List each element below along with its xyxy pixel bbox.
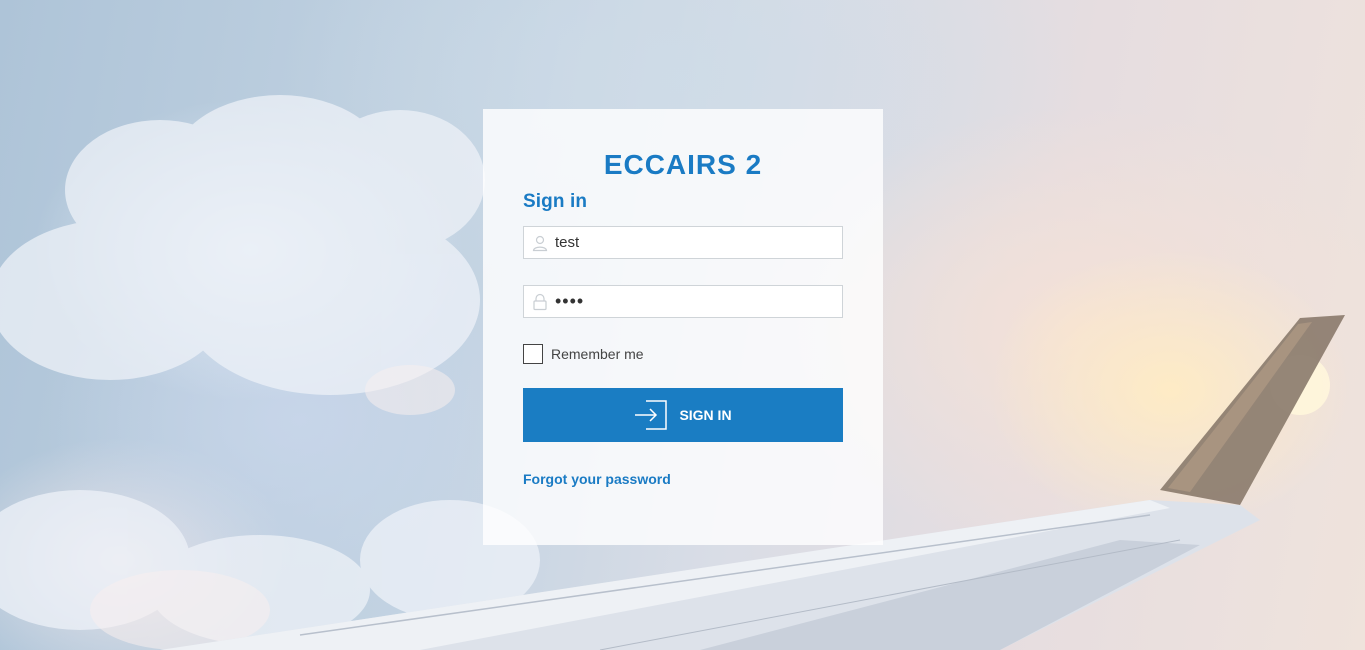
password-input[interactable] [555,286,837,317]
svg-text:ECCAIRS 2: ECCAIRS 2 [604,149,762,179]
sign-in-button[interactable]: SIGN IN [523,388,843,442]
sign-in-arrow-icon [635,400,668,430]
eccairs-logo: ECCAIRS 2 [604,149,762,179]
remember-me-label[interactable]: Remember me [551,346,644,362]
login-card: ECCAIRS 2 Sign in Remember me SIGN IN Fo… [483,109,883,545]
remember-me-checkbox[interactable] [523,344,543,364]
password-field[interactable] [523,285,843,318]
lock-icon [533,293,547,311]
sign-in-button-label: SIGN IN [679,407,732,423]
username-input[interactable] [555,227,837,258]
forgot-password-link[interactable]: Forgot your password [523,471,671,487]
user-icon [532,235,548,252]
username-field[interactable] [523,226,843,259]
remember-me-row[interactable]: Remember me [523,344,843,364]
sign-in-heading: Sign in [523,191,588,212]
